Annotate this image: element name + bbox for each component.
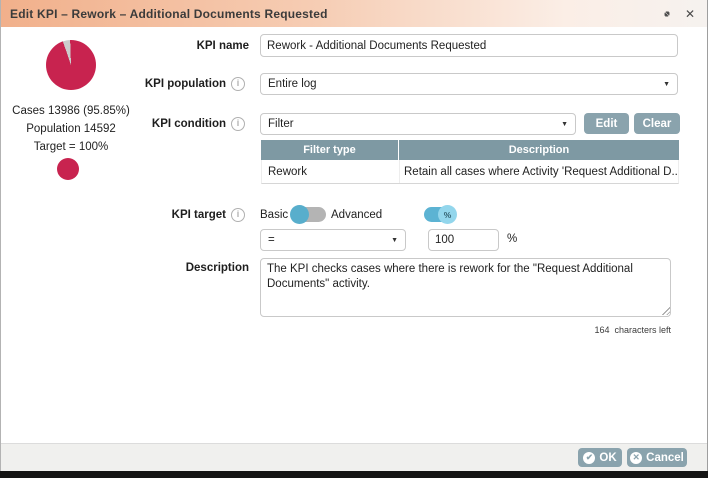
cancel-button[interactable]: ✕ Cancel <box>627 448 687 467</box>
table-row[interactable]: Rework Retain all cases where Activity '… <box>261 160 679 184</box>
kpi-name-label: KPI name <box>196 40 249 52</box>
description-label: Description <box>185 262 249 274</box>
kpi-population-info-icon[interactable]: i <box>231 77 245 91</box>
kpi-population-dropdown[interactable]: Entire log ▼ <box>260 73 678 95</box>
edit-button[interactable]: Edit <box>584 113 629 134</box>
kpi-population-label: KPI population <box>144 78 226 90</box>
advanced-toggle-label: Advanced <box>331 209 383 221</box>
kpi-target-label: KPI target <box>171 209 226 221</box>
maximize-icon[interactable] <box>660 7 674 21</box>
description-textarea[interactable] <box>260 258 671 317</box>
target-operator-value: = <box>268 234 275 246</box>
cancel-button-label: Cancel <box>646 451 684 464</box>
kpi-target-info-icon[interactable]: i <box>231 208 245 222</box>
kpi-name-input[interactable] <box>260 34 678 57</box>
ok-button[interactable]: ✔ OK <box>578 448 622 467</box>
kpi-condition-dropdown[interactable]: Filter ▼ <box>260 113 576 135</box>
filter-description-cell: Retain all cases where Activity 'Request… <box>404 165 678 178</box>
target-stat: Target = 100% <box>33 141 109 153</box>
chevron-down-icon: ▼ <box>663 80 670 88</box>
dialog-titlebar: Edit KPI – Rework – Additional Documents… <box>1 0 707 27</box>
percent-toggle-knob: % <box>438 205 457 224</box>
kpi-population-value: Entire log <box>268 78 317 90</box>
kpi-pie-chart <box>46 40 96 90</box>
close-icon[interactable]: ✕ <box>683 7 697 21</box>
basic-advanced-toggle[interactable] <box>290 205 326 224</box>
filter-type-header: Filter type <box>261 140 399 160</box>
filter-table: Filter type Description Rework Retain al… <box>261 140 679 184</box>
toggle-knob <box>290 205 309 224</box>
characters-left-text: characters left <box>614 325 671 335</box>
target-value-input[interactable] <box>428 229 499 251</box>
target-unit-label: % <box>507 233 518 245</box>
x-circle-icon: ✕ <box>630 451 643 464</box>
clear-button[interactable]: Clear <box>634 113 680 134</box>
check-circle-icon: ✔ <box>583 451 596 464</box>
basic-toggle-label: Basic <box>260 209 289 221</box>
chevron-down-icon: ▼ <box>561 120 568 128</box>
target-operator-dropdown[interactable]: = ▼ <box>260 229 406 251</box>
filter-table-header: Filter type Description <box>261 140 679 160</box>
kpi-condition-info-icon[interactable]: i <box>231 117 245 131</box>
characters-left-counter: 164 characters left <box>421 325 671 335</box>
characters-left-number: 164 <box>594 325 610 335</box>
ok-button-label: OK <box>599 451 617 464</box>
dialog-title: Edit KPI – Rework – Additional Documents… <box>10 6 328 21</box>
chevron-down-icon: ▼ <box>391 236 398 244</box>
filter-type-cell: Rework <box>262 160 400 183</box>
edit-kpi-dialog: Edit KPI – Rework – Additional Documents… <box>0 0 708 471</box>
kpi-condition-value: Filter <box>268 118 294 130</box>
kpi-condition-label: KPI condition <box>151 118 226 130</box>
description-header: Description <box>508 144 570 156</box>
percent-unit-toggle[interactable]: % <box>424 205 457 224</box>
target-circle <box>57 158 79 180</box>
